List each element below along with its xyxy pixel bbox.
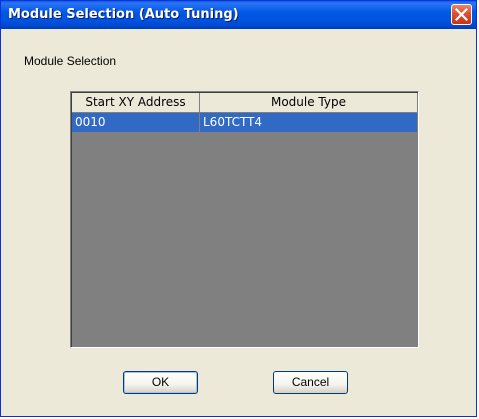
cancel-button[interactable]: Cancel <box>273 371 348 394</box>
close-icon <box>455 8 468 21</box>
window-title: Module Selection (Auto Tuning) <box>8 7 239 22</box>
column-header-start-xy-address[interactable]: Start XY Address <box>72 93 200 113</box>
grid-header-row: Start XY Address Module Type <box>72 93 418 113</box>
close-button[interactable] <box>451 4 472 25</box>
dialog-window: Module Selection (Auto Tuning) Module Se… <box>0 0 477 417</box>
cell-start-xy-address[interactable]: 0010 <box>72 113 200 133</box>
title-bar[interactable]: Module Selection (Auto Tuning) <box>1 1 476 29</box>
module-grid[interactable]: Start XY Address Module Type 0010 L60TCT… <box>70 91 419 348</box>
table-row[interactable]: 0010 L60TCTT4 <box>72 113 418 133</box>
ok-button[interactable]: OK <box>123 371 198 394</box>
cell-module-type[interactable]: L60TCTT4 <box>200 113 418 133</box>
column-header-module-type[interactable]: Module Type <box>200 93 418 113</box>
module-selection-label: Module Selection <box>24 54 117 68</box>
module-grid-body: Start XY Address Module Type 0010 L60TCT… <box>71 92 418 347</box>
